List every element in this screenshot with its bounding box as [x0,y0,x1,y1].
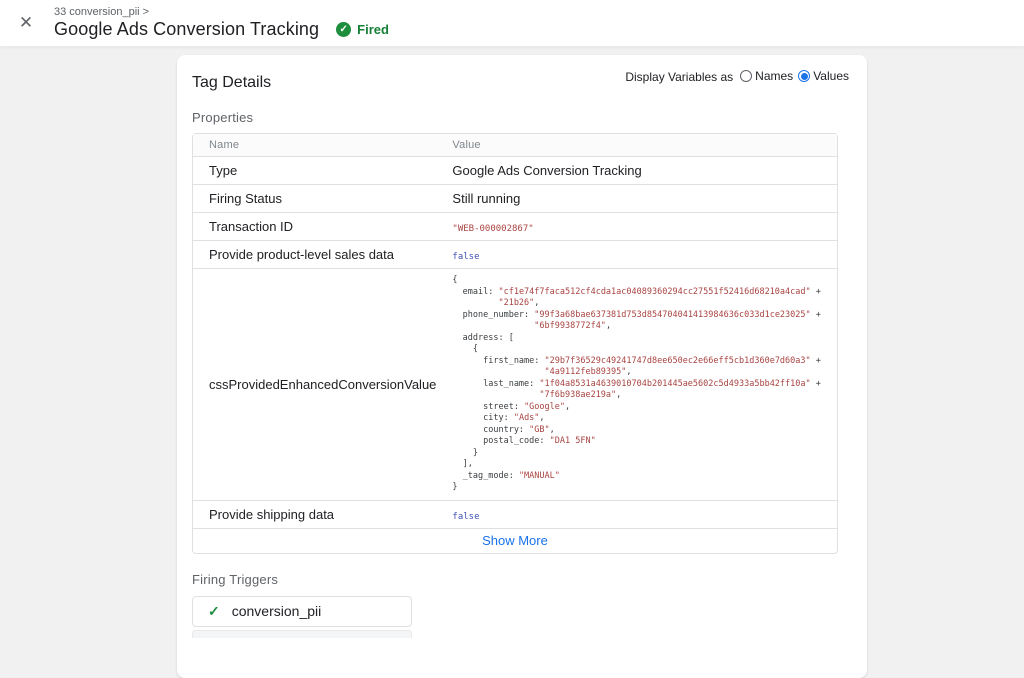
property-row: cssProvidedEnhancedConversionValue{ emai… [193,268,837,500]
property-name: Type [193,156,452,184]
property-name: Transaction ID [193,212,452,240]
firing-triggers-list: ✓ conversion_pii [192,596,412,627]
show-more-row: Show More [193,528,837,553]
page-title: Google Ads Conversion Tracking [54,19,319,40]
properties-table-body: TypeGoogle Ads Conversion TrackingFiring… [193,156,837,528]
card-title: Tag Details [192,74,271,92]
property-row: Provide product-level sales datafalse [193,240,837,268]
trigger-item[interactable]: ✓ conversion_pii [193,597,411,626]
fired-check-icon: ✓ [336,22,351,37]
firing-triggers-heading: Firing Triggers [192,572,849,587]
properties-heading: Properties [192,110,849,125]
property-value: { email: "cf1e74f7faca512cf4cda1ac040893… [452,268,836,500]
properties-table-header-row: Name Value [193,134,837,156]
property-value: "WEB-000002867" [452,212,836,240]
breadcrumb[interactable]: 33 conversion_pii > [54,6,389,18]
radio-option-names[interactable]: Names [740,69,793,83]
property-value: false [452,240,836,268]
trigger-fired-check-icon: ✓ [208,603,220,620]
top-bar: ✕ 33 conversion_pii > Google Ads Convers… [0,0,1024,47]
properties-table: Name Value TypeGoogle Ads Conversion Tra… [192,133,838,554]
property-name: cssProvidedEnhancedConversionValue [193,268,452,500]
column-header-value: Value [452,134,836,156]
close-icon[interactable]: ✕ [14,11,38,35]
status-badge: ✓ Fired [336,22,389,37]
radio-option-values[interactable]: Values [798,69,849,83]
property-row: Provide shipping datafalse [193,500,837,528]
display-variables-options: Names Values [735,69,849,85]
property-value: false [452,500,836,528]
tag-details-card: Tag Details Display Variables as Names Va… [177,55,867,678]
show-more-link[interactable]: Show More [193,528,837,553]
property-name: Provide shipping data [193,500,452,528]
property-name: Provide product-level sales data [193,240,452,268]
column-header-name: Name [193,134,452,156]
property-value: Still running [452,184,836,212]
radio-unselected-icon[interactable] [740,70,752,82]
display-variables-label: Display Variables as [625,70,733,84]
header-text-block: 33 conversion_pii > Google Ads Conversio… [54,6,389,40]
display-variables-control: Display Variables as Names Values [625,69,849,85]
radio-selected-icon[interactable] [798,70,810,82]
property-row: Firing StatusStill running [193,184,837,212]
trigger-item-label: conversion_pii [232,603,322,619]
json-code-block: { email: "cf1e74f7faca512cf4cda1ac040893… [452,275,820,494]
card-header: Tag Details Display Variables as Names Va… [192,67,849,92]
status-badge-label: Fired [357,22,389,37]
property-value: Google Ads Conversion Tracking [452,156,836,184]
radio-option-label: Names [755,69,793,83]
radio-option-label: Values [813,69,849,83]
property-row: TypeGoogle Ads Conversion Tracking [193,156,837,184]
trigger-detail-partial [192,630,412,638]
property-name: Firing Status [193,184,452,212]
property-row: Transaction ID"WEB-000002867" [193,212,837,240]
